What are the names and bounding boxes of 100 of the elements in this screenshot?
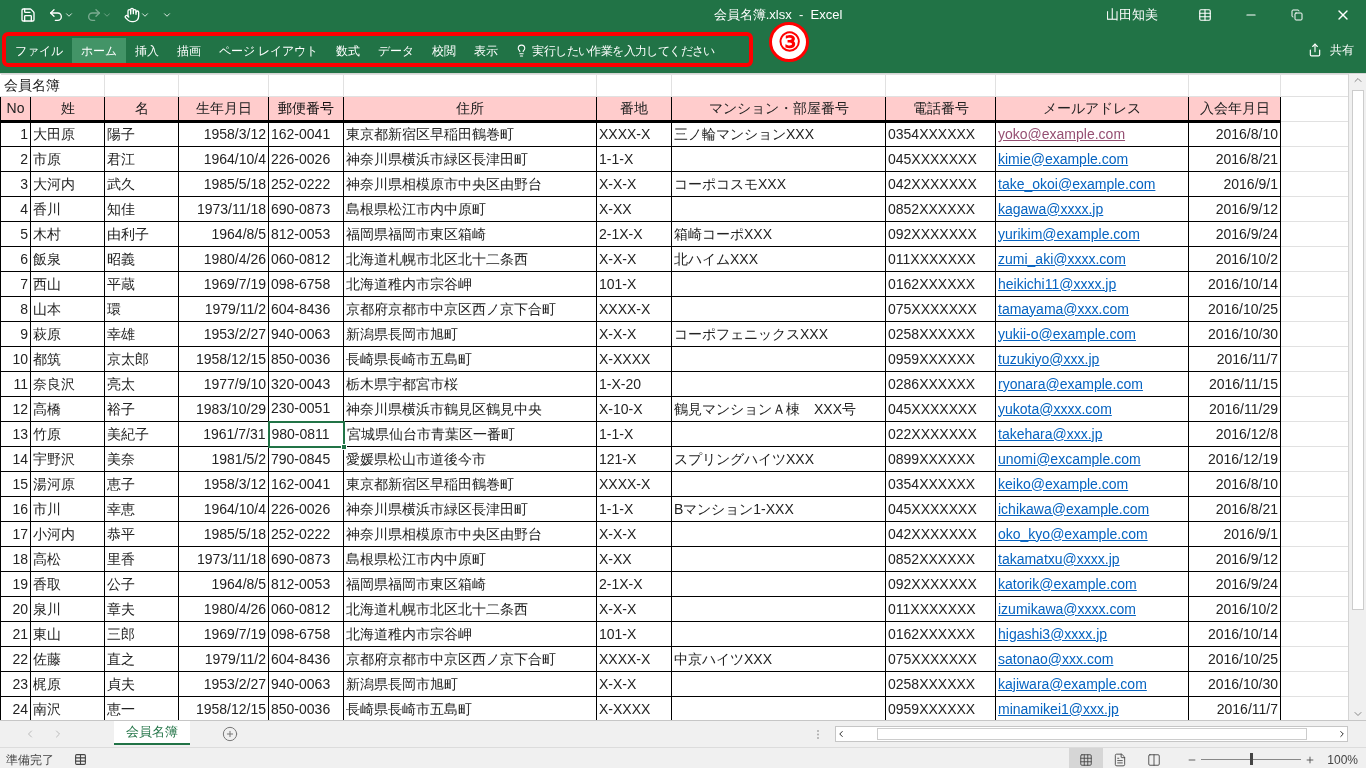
ribbon-tab[interactable]: データ (369, 37, 424, 64)
table-cell: 230-0051 (271, 400, 331, 417)
table-cell: 貞夫 (107, 675, 135, 692)
ribbon-tab[interactable]: 挿入 (126, 37, 168, 64)
table-cell: 佐藤 (33, 650, 61, 667)
table-cell: 章夫 (107, 600, 135, 617)
table-cell: 2016/10/30 (1207, 325, 1278, 342)
table-cell: 木村 (33, 225, 61, 242)
table-cell: 1958/12/15 (195, 700, 266, 717)
scroll-left-icon[interactable] (836, 729, 846, 739)
table-cell: 里香 (107, 550, 135, 567)
table-cell: X-XX (599, 550, 632, 567)
table-cell: 11 (13, 375, 28, 392)
table-cell: 098-6758 (271, 625, 331, 642)
annotation-number: ③ (769, 22, 809, 62)
table-cell: 1981/5/2 (211, 450, 266, 467)
table-cell: 075XXXXXXX (888, 300, 977, 317)
table-cell: 162-0041 (271, 475, 331, 492)
caret-icon[interactable] (64, 10, 74, 20)
table-cell: XXXX-X (599, 650, 651, 667)
fill-handle[interactable] (340, 443, 347, 450)
table-cell: 0959XXXXXX (888, 350, 976, 367)
share-button[interactable]: 共有 (1308, 40, 1354, 59)
table-cell: 1961/7/31 (203, 425, 266, 442)
share-icon (1308, 42, 1322, 57)
tell-me-field[interactable]: 実行したい作業を入力してください (532, 41, 715, 60)
table-cell: 美奈 (107, 450, 135, 467)
table-cell: 箱崎コーポXXX (674, 225, 772, 242)
ribbon-tab[interactable]: 校閲 (423, 37, 466, 64)
ribbon-tab[interactable]: 表示 (465, 37, 508, 64)
table-cell: X-X-X (599, 250, 637, 267)
touch-mode-icon[interactable] (124, 7, 140, 23)
table-cell: 2016/10/30 (1207, 675, 1278, 692)
table-cell: 15 (12, 475, 28, 492)
caret-icon[interactable] (140, 10, 150, 20)
ribbon-tab[interactable]: ファイル (6, 37, 72, 64)
table-cell: 2016/11/29 (1208, 400, 1278, 417)
ribbon-tab[interactable]: ホーム (72, 37, 126, 64)
table-cell: 1958/12/15 (195, 350, 266, 367)
add-sheet-icon[interactable] (222, 726, 238, 742)
user-name[interactable]: 山田知美 (1106, 5, 1158, 25)
table-cell: 裕子 (107, 400, 135, 417)
table-cell: 都筑 (33, 350, 61, 367)
sheet-tab[interactable]: 会員名簿 (114, 720, 190, 745)
table-cell: 16 (12, 500, 28, 517)
scroll-right-icon[interactable] (1337, 729, 1347, 739)
table-cell: 2-1X-X (599, 575, 643, 592)
ribbon-tab[interactable]: ページ レイアウト (210, 37, 328, 64)
table-cell: 22 (12, 650, 28, 667)
table-cell: XXXX-X (599, 475, 651, 492)
table-cell: 121-X (599, 450, 637, 467)
table-cell: 神奈川県相模原市中央区由野台 (346, 175, 542, 192)
column-header: 入会年月日 (1188, 96, 1281, 122)
table-cell: 昭義 (107, 250, 135, 267)
table-cell: 北海道札幌市北区北十二条西 (346, 250, 528, 267)
table-cell: 湯河原 (33, 475, 75, 492)
zoom-level[interactable]: 100% (1327, 750, 1358, 768)
splitter-handle[interactable] (817, 729, 819, 739)
table-cell: 長崎県長崎市五島町 (346, 700, 472, 717)
table-cell: 1973/11/18 (196, 550, 266, 567)
table-cell: 045XXXXXXX (888, 400, 977, 417)
table-cell: 2016/9/12 (1215, 200, 1278, 217)
table-cell: 島根県松江市内中原町 (346, 200, 486, 217)
table-cell: 市川 (33, 500, 61, 517)
table-cell: 鶴見マンションＡ棟 XXX号 (674, 400, 856, 417)
table-cell: 2016/9/24 (1215, 225, 1278, 242)
table-cell: 神奈川県横浜市鶴見区鶴見中央 (346, 400, 542, 417)
table-cell: X-X-X (599, 525, 637, 542)
table-cell: 君江 (107, 150, 135, 167)
table-cell: 098-6758 (271, 275, 331, 292)
ribbon-tab[interactable]: 描画 (168, 37, 210, 64)
view-button[interactable] (1069, 747, 1104, 768)
table-cell: 福岡県福岡市東区箱崎 (346, 575, 486, 592)
customize-icon[interactable] (162, 10, 172, 20)
grid-icon (1079, 752, 1094, 767)
ribbon-tab[interactable]: 数式 (327, 37, 370, 64)
table-cell: XXXX-X (599, 300, 651, 317)
table-cell: 2016/10/2 (1215, 250, 1278, 267)
table-cell: 1-1-X (599, 150, 634, 167)
table-cell: X-10-X (599, 400, 643, 417)
table-cell: 三ノ輪マンションXXX (674, 126, 814, 142)
zoom-slider-thumb[interactable] (1250, 753, 1254, 765)
table-cell: 飯泉 (33, 250, 61, 267)
table-cell: 神奈川県横浜市緑区長津田町 (346, 150, 528, 167)
table-cell: 1 (20, 126, 28, 142)
table-cell: 恵子 (107, 475, 135, 492)
table-cell: 市原 (33, 150, 61, 167)
zoom-in-icon[interactable] (1305, 754, 1316, 765)
table-cell: 恵一 (107, 700, 135, 717)
table-cell: 2016/12/8 (1215, 425, 1278, 442)
table-cell: 0258XXXXXX (888, 325, 976, 342)
horizontal-scrollbar[interactable] (835, 726, 1348, 742)
save-icon[interactable] (20, 7, 36, 23)
table-cell: 神奈川県横浜市緑区長津田町 (346, 500, 528, 517)
table-cell: 泉川 (33, 600, 61, 617)
table-cell: 1973/11/18 (196, 200, 266, 217)
status-text: 準備完了 (6, 751, 54, 768)
table-cell: 亮太 (107, 375, 135, 392)
undo-icon[interactable] (48, 7, 64, 23)
table-cell: 0258XXXXXX (888, 675, 976, 692)
